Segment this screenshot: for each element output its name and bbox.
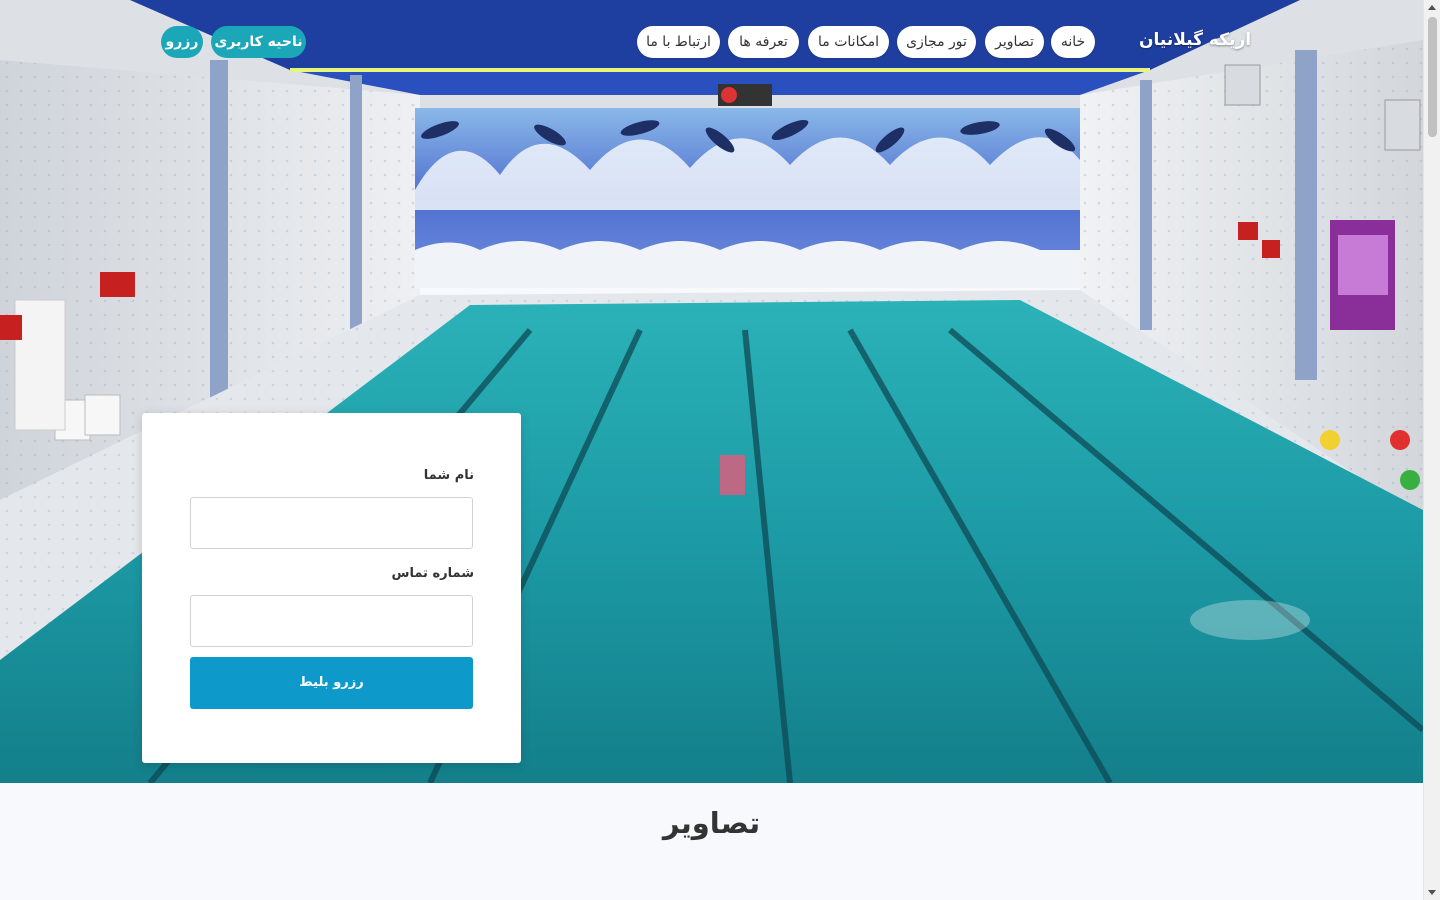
name-label: نام شما [423, 468, 474, 483]
scrollbar-thumb[interactable] [1428, 17, 1437, 137]
gallery-section-title: تصاویر [662, 806, 761, 840]
phone-label: شماره تماس [391, 566, 474, 581]
name-input[interactable] [190, 497, 473, 549]
book-ticket-button[interactable]: رزرو بلیط [190, 657, 473, 709]
scroll-up-arrow-icon[interactable] [1428, 5, 1436, 10]
scroll-down-arrow-icon[interactable] [1428, 890, 1436, 895]
phone-input[interactable] [190, 595, 473, 647]
nav-item-facilities[interactable]: امکانات ما [808, 26, 889, 58]
nav-item-contact[interactable]: ارتباط با ما [637, 26, 720, 58]
page-scrollbar[interactable] [1423, 0, 1440, 900]
top-navbar: اریکه گیلانیان خانه تصاویر تور مجازی امک… [0, 0, 1423, 85]
nav-item-pricing[interactable]: تعرفه ها [728, 26, 799, 58]
nav-item-virtual-tour[interactable]: تور مجازی [897, 26, 976, 58]
booking-form-card: نام شما شماره تماس رزرو بلیط [142, 413, 521, 763]
nav-item-gallery[interactable]: تصاویر [985, 26, 1044, 58]
user-area-button[interactable]: ناحیه کاربری [211, 26, 306, 58]
nav-item-home[interactable]: خانه [1051, 26, 1095, 58]
reserve-button[interactable]: رزرو [161, 26, 203, 58]
brand-logo-text[interactable]: اریکه گیلانیان [1139, 30, 1251, 50]
